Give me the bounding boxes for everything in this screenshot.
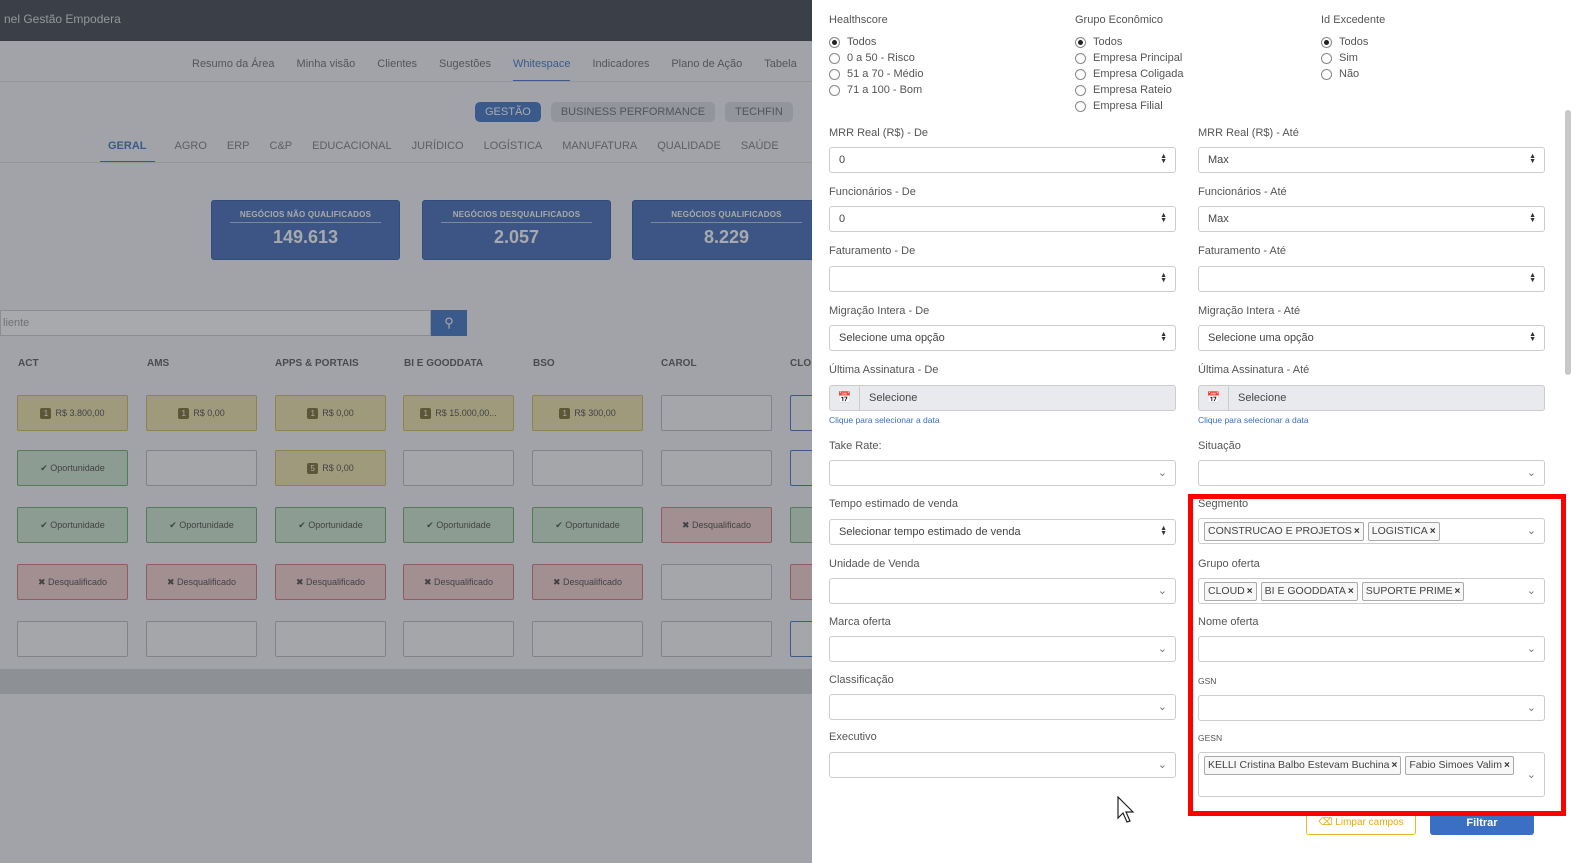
radio-checked-icon <box>1321 36 1332 48</box>
radio-icon <box>1321 52 1332 64</box>
radio-option[interactable]: Empresa Principal <box>1075 50 1184 66</box>
unidade-venda-select[interactable]: ⌄ <box>829 578 1176 604</box>
grupo-economico-label: Grupo Econômico <box>1075 14 1164 26</box>
healthscore-label: Healthscore <box>829 14 888 26</box>
faturamento-de-select[interactable]: ▲ ▼ <box>829 266 1176 292</box>
executivo-label: Executivo <box>829 731 877 743</box>
mouse-cursor-icon <box>1117 796 1135 823</box>
migracao-ate-label: Migração Intera - Até <box>1198 305 1301 317</box>
mrr-ate-select[interactable]: Max ▲ ▼ <box>1198 147 1545 173</box>
ultima-assinatura-ate-datepicker[interactable]: 📅 Selecione <box>1198 385 1545 411</box>
updown-icon: ▲ ▼ <box>1529 212 1536 224</box>
radio-checked-icon <box>1075 36 1086 48</box>
radio-icon <box>829 84 840 96</box>
classificacao-label: Classificação <box>829 674 894 686</box>
radio-option[interactable]: Empresa Filial <box>1075 98 1184 114</box>
chevron-down-icon: ⌄ <box>1157 585 1167 597</box>
updown-icon: ▲ ▼ <box>1529 272 1536 284</box>
chevron-down-icon: ⌄ <box>1157 643 1167 655</box>
faturamento-de-label: Faturamento - De <box>829 245 916 257</box>
chevron-down-icon: ⌄ <box>1526 467 1536 479</box>
healthscore-radios: Todos 0 a 50 - Risco 51 a 70 - Médio 71 … <box>829 34 923 98</box>
migracao-ate-select[interactable]: Selecione uma opção ▲ ▼ <box>1198 325 1545 351</box>
situacao-label: Situação <box>1198 440 1241 452</box>
radio-icon <box>1075 100 1086 112</box>
take-rate-label: Take Rate: <box>829 440 882 452</box>
radio-option[interactable]: 0 a 50 - Risco <box>829 50 923 66</box>
updown-icon: ▲ ▼ <box>1529 153 1536 165</box>
radio-option[interactable]: Todos <box>1321 34 1368 50</box>
radio-checked-icon <box>829 36 840 48</box>
funcionarios-de-select[interactable]: 0 ▲ ▼ <box>829 206 1176 232</box>
grupo-economico-radios: Todos Empresa Principal Empresa Coligada… <box>1075 34 1184 114</box>
faturamento-ate-label: Faturamento - Até <box>1198 245 1287 257</box>
funcionarios-ate-select[interactable]: Max ▲ ▼ <box>1198 206 1545 232</box>
tempo-venda-select[interactable]: Selecionar tempo estimado de venda ▲ ▼ <box>829 519 1176 545</box>
id-excedente-radios: Todos Sim Não <box>1321 34 1368 82</box>
marca-oferta-label: Marca oferta <box>829 616 891 628</box>
radio-option[interactable]: Todos <box>1075 34 1184 50</box>
radio-icon <box>1075 68 1086 80</box>
tempo-venda-label: Tempo estimado de venda <box>829 498 959 510</box>
radio-option[interactable]: Empresa Rateio <box>1075 82 1184 98</box>
funcionarios-de-label: Funcionários - De <box>829 186 916 198</box>
calendar-icon[interactable]: 📅 <box>830 386 860 410</box>
migracao-de-label: Migração Intera - De <box>829 305 930 317</box>
date-hint[interactable]: Clique para selecionar a data <box>1198 415 1309 425</box>
radio-option[interactable]: Todos <box>829 34 923 50</box>
take-rate-select[interactable]: ⌄ <box>829 460 1176 486</box>
migracao-de-select[interactable]: Selecione uma opção ▲ ▼ <box>829 325 1176 351</box>
mrr-ate-label: MRR Real (R$) - Até <box>1198 127 1299 139</box>
faturamento-ate-select[interactable]: ▲ ▼ <box>1198 266 1545 292</box>
radio-option[interactable]: Não <box>1321 66 1368 82</box>
updown-icon: ▲ ▼ <box>1160 153 1167 165</box>
date-hint[interactable]: Clique para selecionar a data <box>829 415 940 425</box>
chevron-down-icon: ⌄ <box>1157 701 1167 713</box>
updown-icon: ▲ ▼ <box>1160 212 1167 224</box>
updown-icon: ▲ ▼ <box>1160 525 1167 537</box>
mrr-de-select[interactable]: 0 ▲ ▼ <box>829 147 1176 173</box>
mrr-de-label: MRR Real (R$) - De <box>829 127 929 139</box>
executivo-select[interactable]: ⌄ <box>829 752 1176 778</box>
eraser-icon: ⌫ <box>1318 817 1336 828</box>
radio-icon <box>1075 52 1086 64</box>
chevron-down-icon: ⌄ <box>1157 759 1167 771</box>
radio-icon <box>1321 68 1332 80</box>
radio-option[interactable]: 71 a 100 - Bom <box>829 82 923 98</box>
id-excedente-label: Id Excedente <box>1321 14 1386 26</box>
situacao-select[interactable]: ⌄ <box>1198 460 1545 486</box>
marca-oferta-select[interactable]: ⌄ <box>829 636 1176 662</box>
chevron-down-icon: ⌄ <box>1157 467 1167 479</box>
classificacao-select[interactable]: ⌄ <box>829 694 1176 720</box>
ultima-assinatura-de-label: Última Assinatura - De <box>829 364 939 376</box>
radio-option[interactable]: Empresa Coligada <box>1075 66 1184 82</box>
radio-option[interactable]: Sim <box>1321 50 1368 66</box>
highlight-box <box>1188 494 1566 816</box>
updown-icon: ▲ ▼ <box>1529 331 1536 343</box>
radio-option[interactable]: 51 a 70 - Médio <box>829 66 923 82</box>
radio-icon <box>829 68 840 80</box>
funcionarios-ate-label: Funcionários - Até <box>1198 186 1287 198</box>
ultima-assinatura-de-datepicker[interactable]: 📅 Selecione <box>829 385 1176 411</box>
modal-backdrop[interactable] <box>0 0 812 863</box>
updown-icon: ▲ ▼ <box>1160 331 1167 343</box>
panel-scrollbar[interactable] <box>1565 110 1571 375</box>
unidade-venda-label: Unidade de Venda <box>829 558 920 570</box>
ultima-assinatura-ate-label: Última Assinatura - Até <box>1198 364 1310 376</box>
radio-icon <box>1075 84 1086 96</box>
radio-icon <box>829 52 840 64</box>
calendar-icon[interactable]: 📅 <box>1199 386 1229 410</box>
updown-icon: ▲ ▼ <box>1160 272 1167 284</box>
